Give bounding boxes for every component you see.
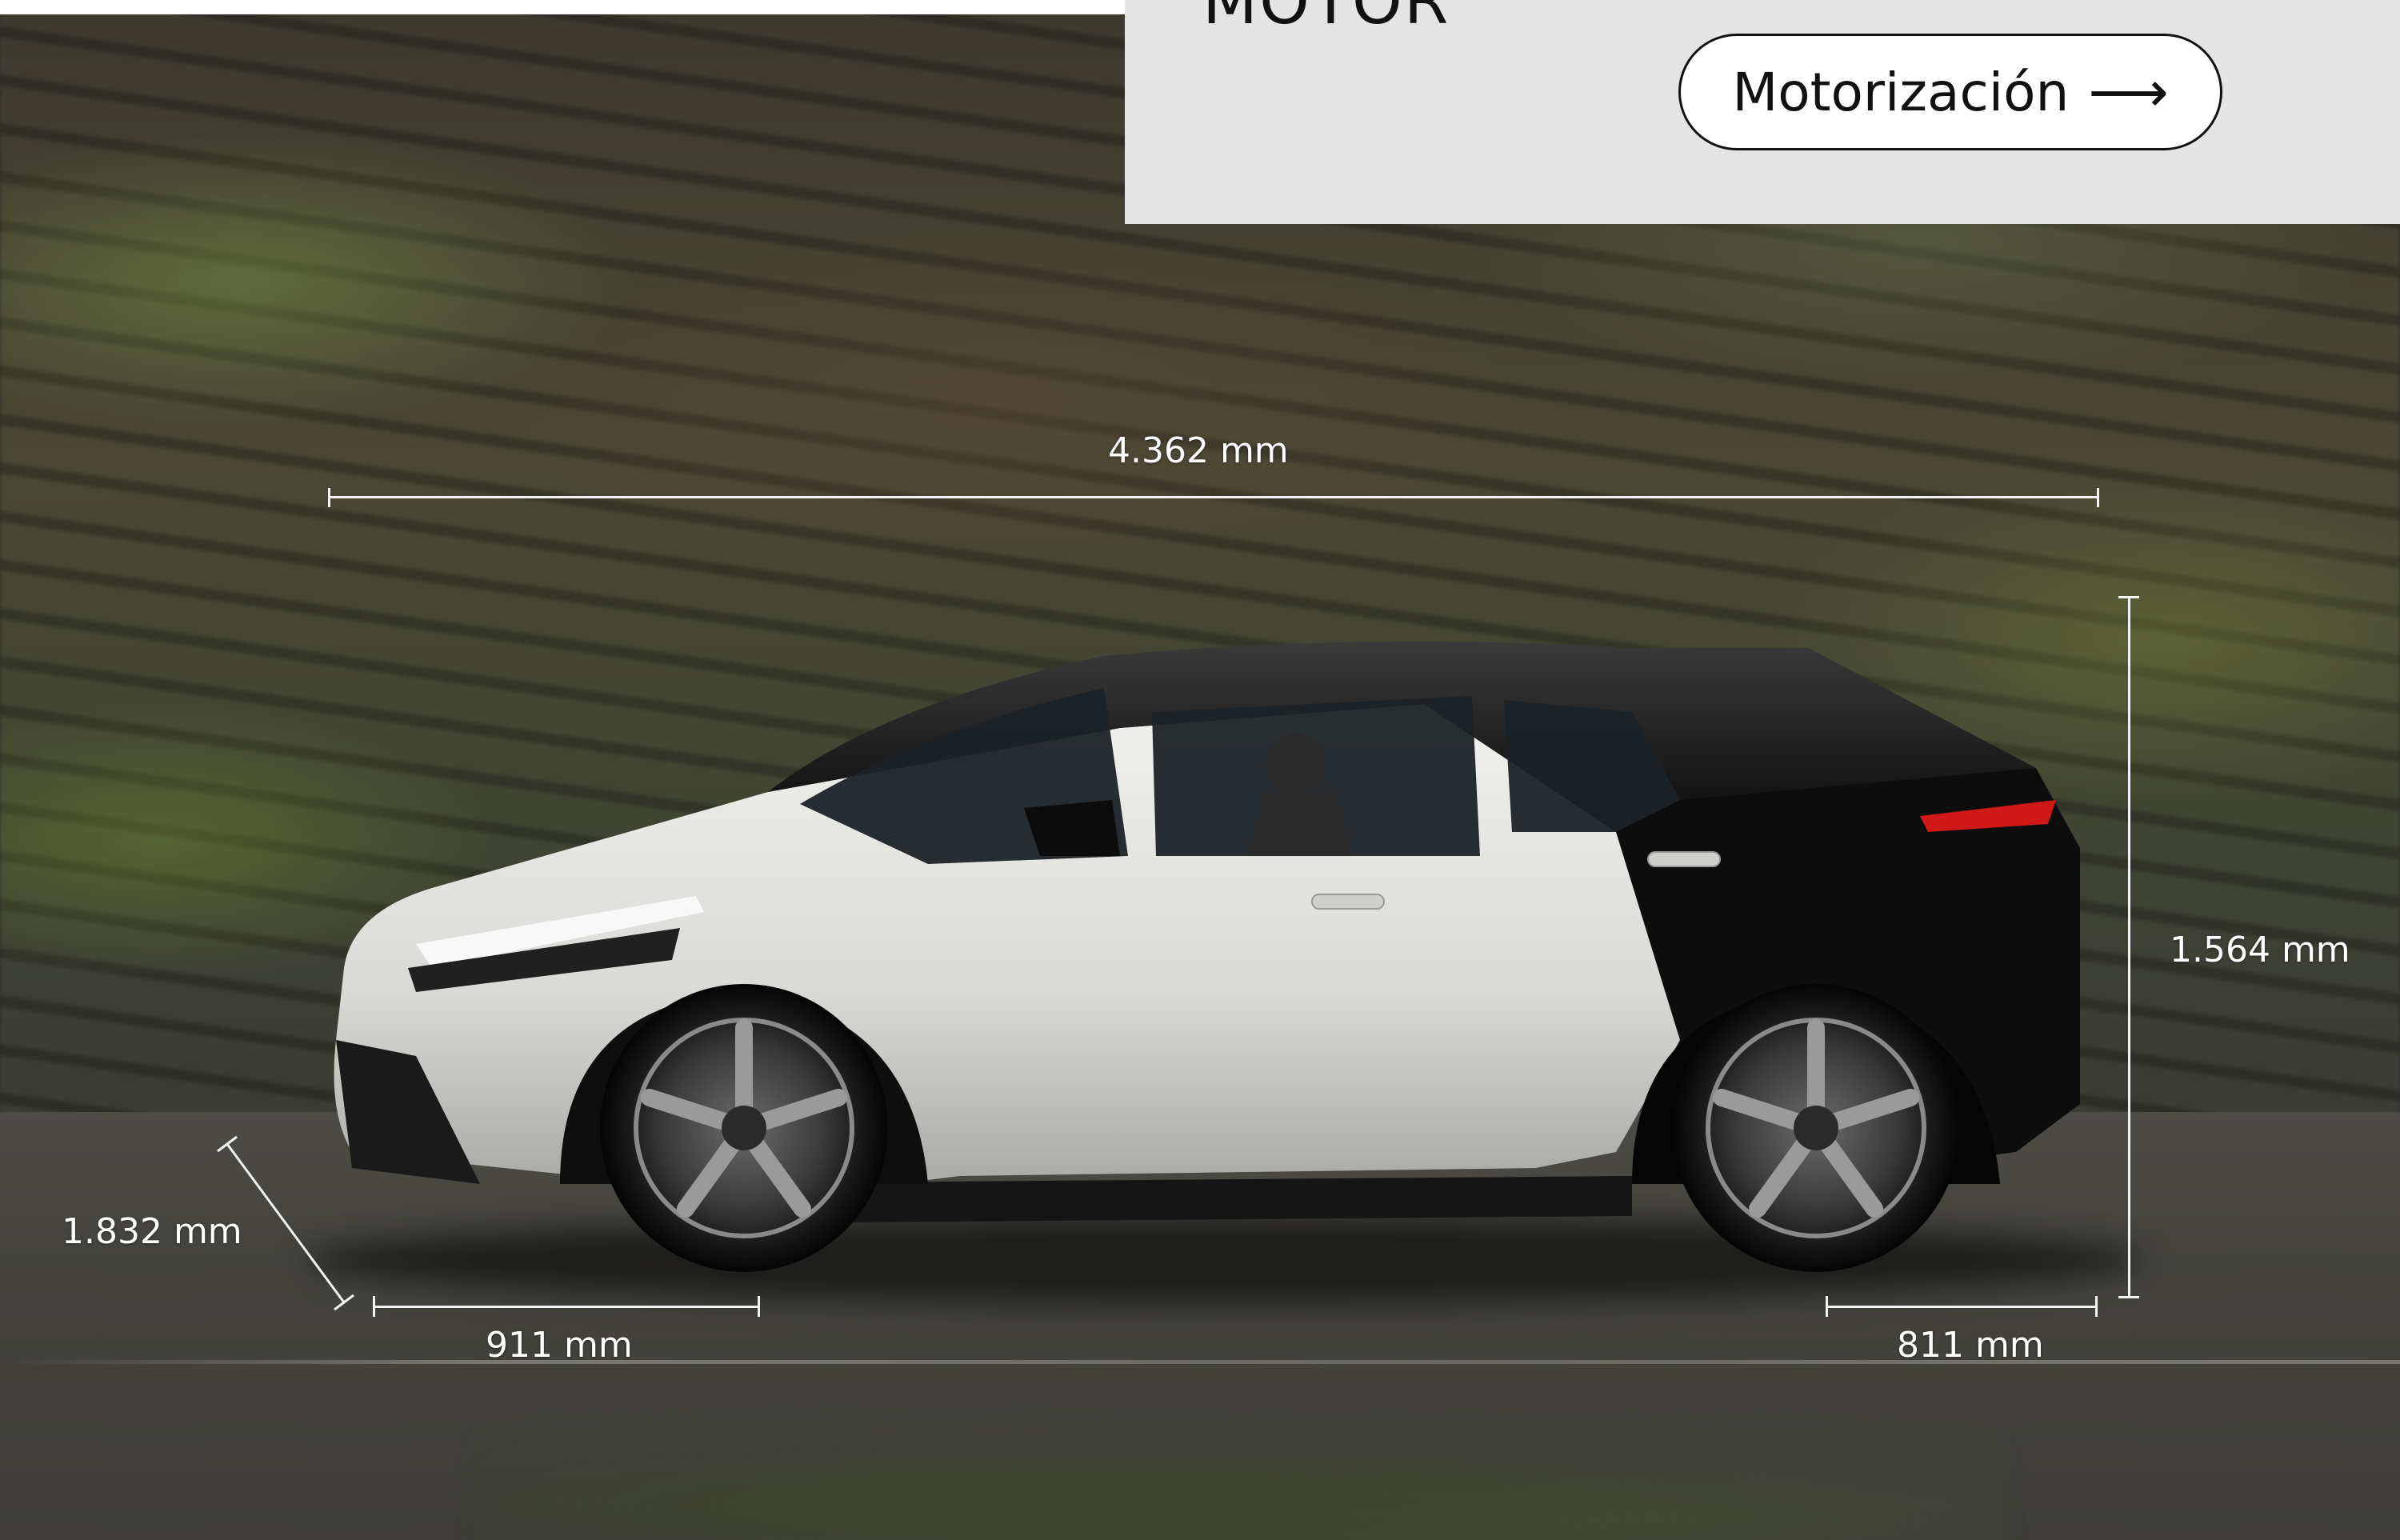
page-top-strip: [0, 0, 1125, 14]
front-overhang-tick-left: [373, 1296, 375, 1317]
length-dimension-tick-right: [2097, 488, 2099, 507]
motorizacion-button[interactable]: Motorización ⟶: [1678, 34, 2222, 150]
front-overhang-tick-right: [758, 1296, 760, 1317]
length-dimension-tick-left: [328, 488, 330, 507]
foreground-foliage: [480, 1408, 2000, 1540]
motorizacion-button-label: Motorización: [1732, 61, 2070, 123]
height-dimension-tick-top: [2118, 596, 2139, 598]
length-dimension-line: [328, 496, 2099, 498]
vehicle-dimensions-section: MOTOR Motorización ⟶ 4.362 mm 1.564 mm 1…: [0, 0, 2400, 1540]
rear-overhang-tick-right: [2095, 1296, 2098, 1317]
rear-overhang-tick-left: [1826, 1296, 1828, 1317]
front-overhang-line: [373, 1306, 760, 1308]
car-image: [334, 642, 2080, 1272]
rear-overhang-line: [1826, 1306, 2098, 1308]
height-dimension-tick-bottom: [2118, 1296, 2139, 1298]
height-dimension-label: 1.564 mm: [2170, 930, 2350, 970]
rear-overhang-label: 811 mm: [1897, 1325, 2044, 1366]
arrow-right-icon: ⟶: [2088, 59, 2169, 125]
width-dimension-label: 1.832 mm: [62, 1211, 242, 1252]
front-overhang-label: 911 mm: [486, 1325, 633, 1366]
length-dimension-label: 4.362 mm: [1108, 430, 1289, 471]
height-dimension-line: [2128, 596, 2130, 1298]
panel-title: MOTOR: [1202, 0, 1450, 38]
